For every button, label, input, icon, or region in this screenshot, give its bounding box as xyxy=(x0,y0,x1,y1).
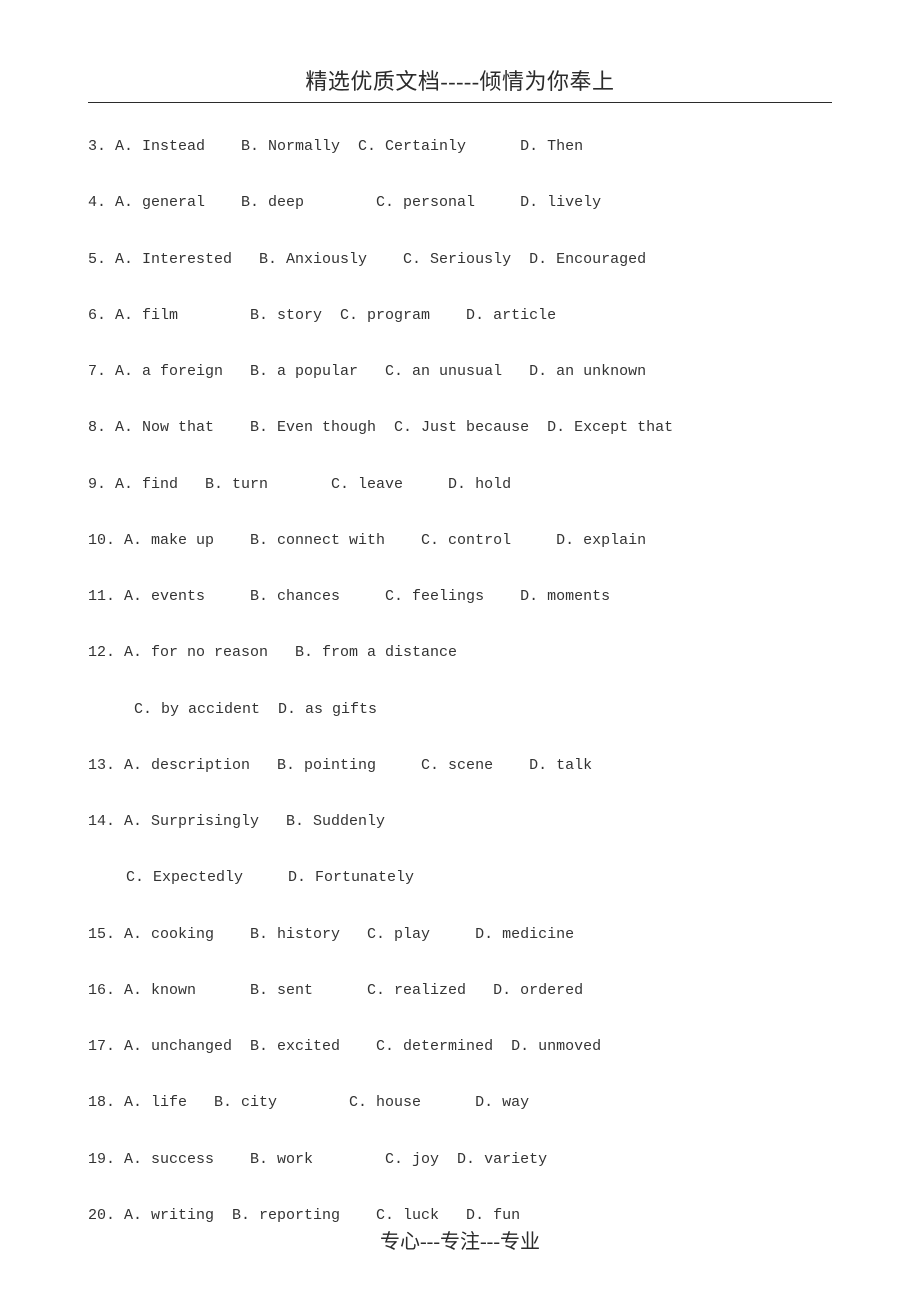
question-15: 15. A. cooking B. history C. play D. med… xyxy=(88,925,832,945)
question-18: 18. A. life B. city C. house D. way xyxy=(88,1093,832,1113)
question-7: 7. A. a foreign B. a popular C. an unusu… xyxy=(88,362,832,382)
question-20: 20. A. writing B. reporting C. luck D. f… xyxy=(88,1206,832,1226)
question-10: 10. A. make up B. connect with C. contro… xyxy=(88,531,832,551)
question-11: 11. A. events B. chances C. feelings D. … xyxy=(88,587,832,607)
question-12-line1: 12. A. for no reason B. from a distance xyxy=(88,643,832,663)
question-17: 17. A. unchanged B. excited C. determine… xyxy=(88,1037,832,1057)
question-16: 16. A. known B. sent C. realized D. orde… xyxy=(88,981,832,1001)
question-4: 4. A. general B. deep C. personal D. liv… xyxy=(88,193,832,213)
question-14-line1: 14. A. Surprisingly B. Suddenly xyxy=(88,812,832,832)
question-13: 13. A. description B. pointing C. scene … xyxy=(88,756,832,776)
header-divider xyxy=(88,102,832,103)
page-footer: 专心---专注---专业 xyxy=(0,1225,920,1254)
question-6: 6. A. film B. story C. program D. articl… xyxy=(88,306,832,326)
question-12-line2: C. by accident D. as gifts xyxy=(88,700,832,720)
question-3: 3. A. Instead B. Normally C. Certainly D… xyxy=(88,137,832,157)
question-5: 5. A. Interested B. Anxiously C. Serious… xyxy=(88,250,832,270)
page: 精选优质文档-----倾情为你奉上 3. A. Instead B. Norma… xyxy=(0,0,920,1302)
question-9: 9. A. find B. turn C. leave D. hold xyxy=(88,475,832,495)
question-8: 8. A. Now that B. Even though C. Just be… xyxy=(88,418,832,438)
question-19: 19. A. success B. work C. joy D. variety xyxy=(88,1150,832,1170)
question-list: 3. A. Instead B. Normally C. Certainly D… xyxy=(88,137,832,1226)
page-title: 精选优质文档-----倾情为你奉上 xyxy=(88,64,832,102)
question-14-line2: C. Expectedly D. Fortunately xyxy=(88,868,832,888)
